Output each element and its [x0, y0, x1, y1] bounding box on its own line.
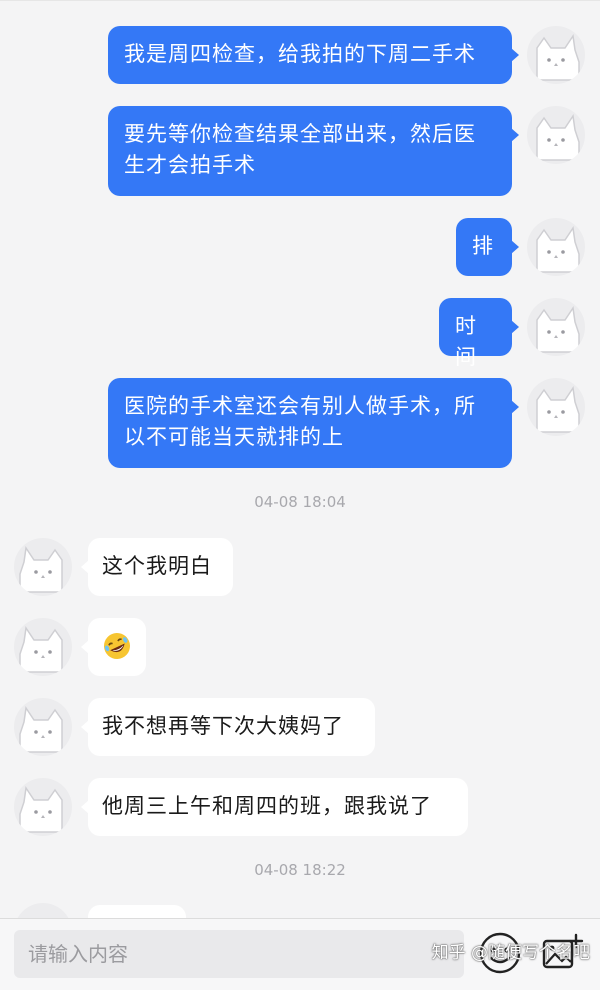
message-input[interactable] — [14, 930, 464, 978]
avatar[interactable] — [14, 698, 72, 756]
message-row-outgoing: 要先等你检查结果全部出来，然后医生才会拍手术 — [0, 106, 600, 198]
cat-avatar-icon — [19, 785, 63, 833]
incoming-message-bubble[interactable]: 这个我明白 — [81, 538, 233, 596]
avatar[interactable] — [14, 538, 72, 596]
cat-avatar-icon — [19, 545, 63, 593]
outgoing-message-bubble[interactable]: 时间 — [439, 298, 519, 369]
message-row-incoming: 他周三上午和周四的班，跟我说了 — [0, 778, 600, 840]
cat-avatar-icon — [536, 113, 580, 161]
rolling-on-floor-laughing-emoji-icon — [104, 633, 130, 659]
outgoing-message-bubble[interactable]: 要先等你检查结果全部出来，然后医生才会拍手术 — [108, 106, 519, 196]
message-row-outgoing: 我是周四检查，给我拍的下周二手术 — [0, 26, 600, 88]
avatar[interactable] — [527, 378, 585, 436]
avatar[interactable] — [527, 26, 585, 84]
message-row-incoming: 这个我明白 — [0, 538, 600, 600]
outgoing-message-bubble[interactable]: 医院的手术室还会有别人做手术，所以不可能当天就排的上 — [108, 378, 519, 468]
avatar[interactable] — [527, 298, 585, 356]
watermark-text: 知乎 @随便写个名吧 — [431, 943, 590, 963]
avatar[interactable] — [527, 106, 585, 164]
cat-avatar-icon — [536, 225, 580, 273]
avatar[interactable] — [14, 618, 72, 676]
message-row-outgoing: 医院的手术室还会有别人做手术，所以不可能当天就排的上 — [0, 378, 600, 470]
message-row-incoming — [0, 618, 600, 680]
avatar[interactable] — [14, 778, 72, 836]
outgoing-message-bubble[interactable]: 排 — [456, 218, 519, 276]
cat-avatar-icon — [536, 305, 580, 353]
incoming-message-bubble[interactable] — [81, 618, 146, 676]
outgoing-message-bubble[interactable]: 我是周四检查，给我拍的下周二手术 — [108, 26, 519, 84]
message-timestamp: 04-08 18:04 — [254, 493, 346, 511]
avatar[interactable] — [14, 903, 72, 919]
avatar[interactable] — [527, 218, 585, 276]
incoming-message-bubble[interactable]: 他周三上午和周四的班，跟我说了 — [81, 778, 468, 836]
cat-avatar-icon — [19, 625, 63, 673]
message-row-incoming: 我不想再等下次大姨妈了 — [0, 698, 600, 760]
incoming-message-bubble[interactable]: 我不想再等下次大姨妈了 — [81, 698, 375, 756]
cat-avatar-icon — [536, 385, 580, 433]
message-row-outgoing: 排 — [0, 218, 600, 280]
message-row-outgoing: 时间 — [0, 298, 600, 369]
cat-avatar-icon — [536, 33, 580, 81]
message-row-incoming-partial — [0, 903, 600, 919]
cat-avatar-icon — [19, 705, 63, 753]
incoming-message-bubble-partial[interactable] — [88, 905, 186, 919]
chat-message-list[interactable]: 我是周四检查，给我拍的下周二手术 要先等你检查结果全部出来，然后医生才会拍手术 … — [0, 0, 600, 919]
message-timestamp: 04-08 18:22 — [254, 861, 346, 879]
